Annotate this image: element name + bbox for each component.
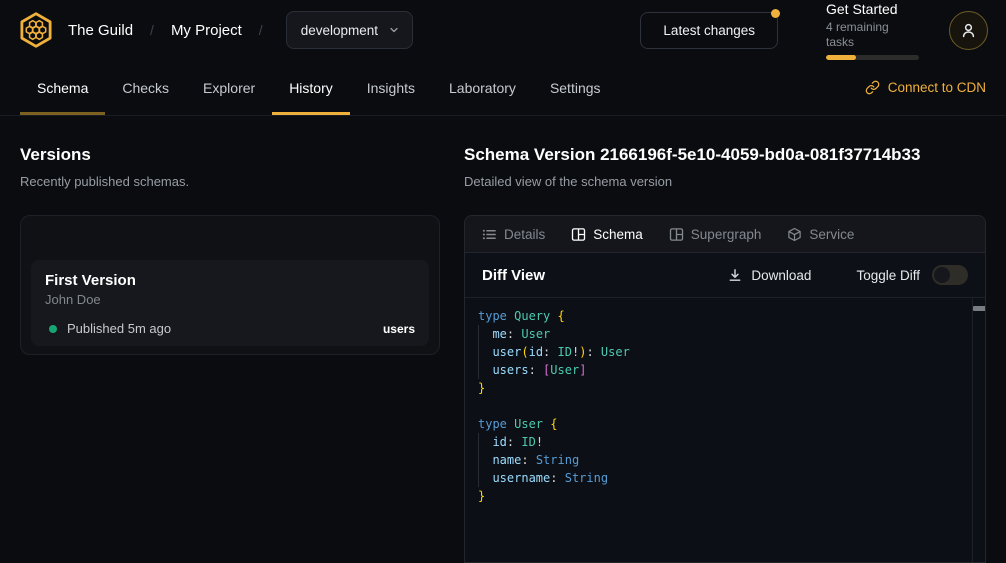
app-header: The Guild / My Project / development Lat… — [0, 0, 1006, 60]
diff-view-title: Diff View — [482, 267, 545, 284]
code-content: type Query { me: User user(id: ID!): Use… — [465, 298, 985, 505]
detail-tab-supergraph[interactable]: Supergraph — [669, 227, 762, 242]
versions-list: First Version John Doe Published 5m ago … — [20, 215, 440, 355]
download-button[interactable]: Download — [728, 268, 811, 283]
chevron-down-icon — [388, 24, 400, 36]
scrollbar-thumb[interactable] — [973, 306, 985, 311]
detail-tab-schema[interactable]: Schema — [571, 227, 643, 242]
breadcrumb-org[interactable]: The Guild — [68, 22, 133, 39]
versions-title: Versions — [20, 144, 440, 166]
notification-dot — [771, 9, 780, 18]
hive-logo-svg — [16, 10, 56, 50]
latest-changes-button[interactable]: Latest changes — [640, 12, 778, 49]
versions-subtitle: Recently published schemas. — [20, 173, 440, 191]
detail-tab-service[interactable]: Service — [787, 227, 854, 242]
download-icon — [728, 268, 742, 282]
toggle-diff-label: Toggle Diff — [856, 268, 920, 283]
avatar[interactable] — [949, 11, 988, 50]
diff-view-toolbar: Diff View Download Toggle Diff — [465, 253, 985, 298]
detail-tab-label: Schema — [593, 227, 643, 242]
version-detail-title: Schema Version 2166196f-5e10-4059-bd0a-0… — [464, 144, 986, 166]
version-name: First Version — [45, 271, 415, 290]
detail-tabs: Details Schema Supergraph — [465, 216, 985, 253]
hive-logo-icon[interactable] — [16, 10, 56, 50]
download-label: Download — [751, 268, 811, 283]
progress-fill — [826, 55, 856, 60]
versions-panel: Versions Recently published schemas. Fir… — [20, 144, 440, 563]
connect-cdn-label: Connect to CDN — [888, 80, 986, 95]
version-detail-card: Details Schema Supergraph — [464, 215, 986, 563]
latest-changes-label: Latest changes — [663, 23, 755, 38]
tab-laboratory[interactable]: Laboratory — [432, 60, 533, 115]
primary-nav: Schema Checks Explorer History Insights … — [0, 60, 1006, 116]
target-selector[interactable]: development — [286, 11, 413, 49]
version-author: John Doe — [45, 292, 415, 308]
tab-explorer[interactable]: Explorer — [186, 60, 272, 115]
editor-scrollbar[interactable] — [972, 298, 985, 562]
toggle-diff-switch[interactable] — [932, 265, 968, 285]
tab-schema[interactable]: Schema — [20, 60, 105, 115]
detail-tab-details[interactable]: Details — [482, 227, 545, 242]
schema-code-editor[interactable]: type Query { me: User user(id: ID!): Use… — [465, 298, 985, 562]
cube-icon — [787, 227, 802, 242]
get-started-widget[interactable]: Get Started 4 remaining tasks — [826, 1, 919, 60]
panels-icon — [669, 227, 684, 242]
get-started-title: Get Started — [826, 1, 919, 18]
target-selector-value: development — [301, 23, 378, 38]
detail-tab-label: Supergraph — [691, 227, 762, 242]
switch-knob — [934, 267, 950, 283]
link-icon — [865, 80, 880, 95]
detail-tab-label: Service — [809, 227, 854, 242]
main-content: Versions Recently published schemas. Fir… — [0, 116, 1006, 563]
version-list-item[interactable]: First Version John Doe Published 5m ago … — [31, 260, 429, 346]
tab-settings[interactable]: Settings — [533, 60, 618, 115]
published-status-text: Published 5m ago — [67, 321, 171, 336]
list-icon — [482, 227, 497, 242]
get-started-subtitle: 4 remaining tasks — [826, 20, 919, 50]
breadcrumb-separator: / — [150, 22, 154, 38]
version-detail-subtitle: Detailed view of the schema version — [464, 173, 986, 191]
get-started-progress-track — [826, 55, 919, 60]
detail-tab-label: Details — [504, 227, 545, 242]
breadcrumb-separator: / — [259, 22, 263, 38]
panels-icon — [571, 227, 586, 242]
connect-cdn-link[interactable]: Connect to CDN — [865, 60, 986, 115]
published-status-dot — [49, 325, 57, 333]
version-detail-panel: Schema Version 2166196f-5e10-4059-bd0a-0… — [464, 144, 986, 563]
breadcrumb-project[interactable]: My Project — [171, 22, 242, 39]
breadcrumb: The Guild / My Project / development — [68, 11, 413, 49]
tab-insights[interactable]: Insights — [350, 60, 432, 115]
service-badge: users — [383, 322, 415, 336]
tab-checks[interactable]: Checks — [105, 60, 186, 115]
user-icon — [960, 22, 977, 39]
tab-history[interactable]: History — [272, 60, 350, 115]
